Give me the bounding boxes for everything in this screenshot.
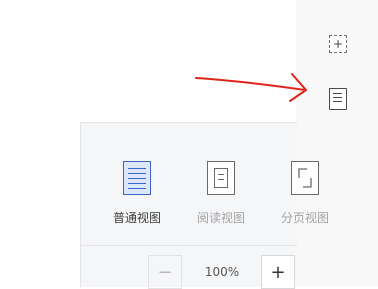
panel-divider: [81, 245, 297, 246]
zoom-level: 100%: [204, 265, 240, 279]
zoom-out-button[interactable]: −: [148, 255, 182, 289]
reading-view-label: 阅读视图: [196, 211, 245, 225]
normal-view-option[interactable]: 普通视图: [107, 161, 167, 226]
view-settings-panel: 普通视图 阅读视图 分页视图 − 100% +: [80, 122, 329, 289]
plus-icon: +: [270, 261, 286, 283]
page-view-label: 分页视图: [280, 211, 329, 225]
reading-view-option[interactable]: 阅读视图: [191, 161, 251, 226]
page-view-icon: [291, 161, 319, 195]
zoom-in-button[interactable]: +: [261, 255, 295, 289]
page-view-option[interactable]: 分页视图: [275, 161, 335, 226]
minus-icon: −: [157, 261, 173, 283]
normal-view-icon: [123, 161, 151, 195]
normal-view-label: 普通视图: [112, 211, 161, 225]
reading-view-icon: [207, 161, 235, 195]
